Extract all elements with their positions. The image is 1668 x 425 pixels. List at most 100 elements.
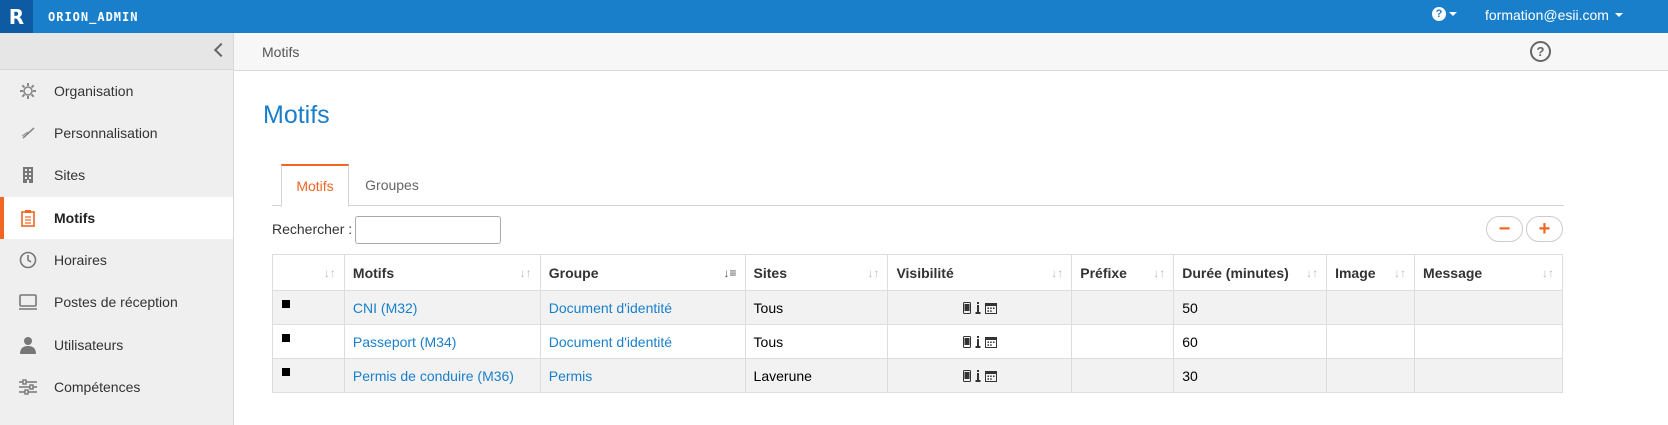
breadcrumb-bar: Motifs ?	[234, 33, 1668, 71]
app-logo[interactable]: R	[0, 0, 33, 33]
row-marker-icon	[282, 300, 290, 308]
row-select-cell[interactable]	[272, 358, 345, 393]
row-marker-icon	[282, 334, 290, 342]
image-cell	[1326, 290, 1416, 325]
building-icon	[18, 165, 38, 185]
sidebar-item-label: Utilisateurs	[54, 337, 124, 353]
table-header-row: ↓↑ Motifs ↓↑ Groupe ↓≡ Sites ↓↑ Visibilité ↓…	[272, 254, 1563, 291]
column-header-motifs[interactable]: Motifs ↓↑	[343, 254, 541, 291]
help-menu[interactable]: ?	[1432, 7, 1457, 21]
column-header-prefixe[interactable]: Préfixe ↓↑	[1071, 254, 1175, 291]
sort-ascending-icon: ↓≡	[723, 266, 737, 280]
visibilite-cell	[887, 324, 1073, 359]
tab-groupes[interactable]: Groupes	[354, 164, 430, 206]
column-header-image[interactable]: Image ↓↑	[1326, 254, 1416, 291]
table-row[interactable]: CNI (M32) Document d'identité Tous 50	[272, 290, 1563, 325]
caret-down-icon	[1449, 12, 1457, 16]
calendar-icon	[984, 302, 997, 314]
sidebar-item-motifs[interactable]: Motifs	[0, 197, 233, 239]
sidebar-item-sites[interactable]: Sites	[0, 154, 233, 196]
clipboard-icon	[18, 208, 38, 228]
breadcrumb[interactable]: Motifs	[262, 44, 299, 60]
sort-icon: ↓↑	[867, 266, 880, 280]
page-title: Motifs	[263, 101, 330, 129]
info-icon	[975, 335, 981, 348]
prefixe-cell	[1071, 358, 1175, 393]
top-bar: R ORION_ADMIN ? formation@esii.com	[0, 0, 1668, 33]
column-header-groupe[interactable]: Groupe ↓≡	[539, 254, 746, 291]
duree-cell: 30	[1173, 358, 1328, 393]
groupe-cell[interactable]: Document d'identité	[539, 324, 746, 359]
chevron-left-icon	[213, 42, 229, 58]
row-marker-icon	[282, 368, 290, 376]
minus-icon: −	[1498, 218, 1511, 240]
motifs-table: ↓↑ Motifs ↓↑ Groupe ↓≡ Sites ↓↑ Visibilité ↓…	[272, 254, 1563, 393]
motif-link[interactable]: Passeport (M34)	[353, 334, 456, 350]
calendar-icon	[984, 370, 997, 382]
motif-link[interactable]: CNI (M32)	[353, 300, 418, 316]
column-header-duree[interactable]: Durée (minutes) ↓↑	[1173, 254, 1328, 291]
image-cell	[1326, 358, 1416, 393]
mobile-icon	[962, 335, 971, 348]
row-select-cell[interactable]	[272, 290, 345, 325]
sidebar-item-organisation[interactable]: Organisation	[0, 70, 233, 112]
table-row[interactable]: Permis de conduire (M36) Permis Laverune…	[272, 358, 1563, 393]
plus-icon: +	[1538, 218, 1551, 240]
info-icon	[975, 369, 981, 382]
user-icon	[18, 335, 38, 355]
message-cell	[1414, 324, 1563, 359]
sort-icon: ↓↑	[1153, 266, 1166, 280]
sort-icon: ↓↑	[1394, 266, 1407, 280]
sliders-icon	[18, 377, 38, 397]
caret-down-icon	[1614, 13, 1623, 17]
table-row[interactable]: Passeport (M34) Document d'identité Tous…	[272, 324, 1563, 359]
sidebar-item-label: Organisation	[54, 83, 134, 99]
row-select-cell[interactable]	[272, 324, 345, 359]
search-input[interactable]	[355, 216, 501, 244]
gear-icon	[18, 81, 38, 101]
remove-button[interactable]: −	[1486, 216, 1523, 242]
sidebar-item-horaires[interactable]: Horaires	[0, 239, 233, 281]
sidebar-item-label: Compétences	[54, 379, 141, 395]
sidebar-item-utilisateurs[interactable]: Utilisateurs	[0, 324, 233, 366]
groupe-cell[interactable]: Document d'identité	[539, 290, 746, 325]
column-header-message[interactable]: Message ↓↑	[1414, 254, 1563, 291]
groupe-link[interactable]: Document d'identité	[549, 334, 672, 350]
motif-link[interactable]: Permis de conduire (M36)	[353, 368, 514, 384]
image-cell	[1326, 324, 1416, 359]
sites-cell: Laverune	[744, 358, 889, 393]
groupe-link[interactable]: Document d'identité	[549, 300, 672, 316]
sidebar-item-competences[interactable]: Compétences	[0, 366, 233, 408]
user-email: formation@esii.com	[1485, 7, 1609, 23]
sort-icon: ↓↑	[1306, 266, 1319, 280]
groupe-cell[interactable]: Permis	[539, 358, 746, 393]
column-header-visibilite[interactable]: Visibilité ↓↑	[887, 254, 1073, 291]
sidebar-collapse-button[interactable]	[0, 33, 233, 70]
user-menu[interactable]: formation@esii.com	[1485, 7, 1623, 23]
brand-name: ORION_ADMIN	[48, 10, 139, 24]
sort-icon: ↓↑	[1542, 266, 1554, 280]
sidebar-item-label: Personnalisation	[54, 125, 158, 141]
sidebar-item-postes[interactable]: Postes de réception	[0, 281, 233, 323]
add-button[interactable]: +	[1526, 216, 1563, 242]
visibilite-cell	[887, 290, 1073, 325]
motif-cell[interactable]: Permis de conduire (M36)	[343, 358, 541, 393]
motif-cell[interactable]: CNI (M32)	[343, 290, 541, 325]
tab-motifs[interactable]: Motifs	[281, 164, 349, 207]
sidebar: Organisation Personnalisation Sites Moti…	[0, 33, 234, 425]
sidebar-item-label: Motifs	[54, 210, 96, 226]
prefixe-cell	[1071, 324, 1175, 359]
sort-icon: ↓↑	[1051, 266, 1064, 280]
sidebar-item-label: Horaires	[54, 252, 107, 268]
help-circle-icon[interactable]: ?	[1530, 41, 1551, 62]
visibilite-cell	[887, 358, 1073, 393]
sort-icon: ↓↑	[519, 266, 532, 280]
motif-cell[interactable]: Passeport (M34)	[343, 324, 541, 359]
column-header-sites[interactable]: Sites ↓↑	[744, 254, 889, 291]
mobile-icon	[962, 369, 971, 382]
duree-cell: 60	[1173, 324, 1328, 359]
tab-bar: Motifs Groupes	[272, 164, 1564, 207]
sidebar-item-personnalisation[interactable]: Personnalisation	[0, 112, 233, 154]
groupe-link[interactable]: Permis	[549, 368, 593, 384]
column-header-select[interactable]: ↓↑	[272, 254, 345, 291]
